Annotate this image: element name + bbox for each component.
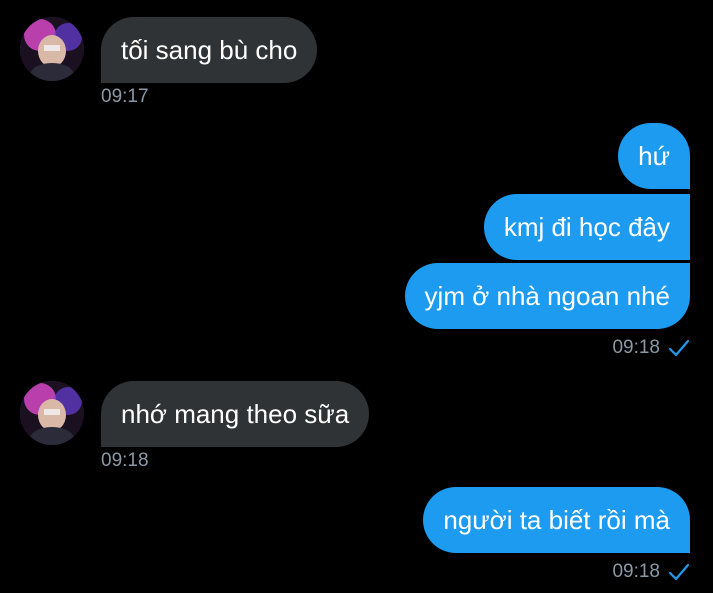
message-bubble-incoming[interactable]: nhớ mang theo sữa xyxy=(101,381,370,447)
message-text: yjm ở nhà ngoan nhé xyxy=(424,281,670,311)
timestamp-text: 09:18 xyxy=(612,561,660,582)
message-text: hứ xyxy=(638,141,670,171)
message-bubble-outgoing[interactable]: yjm ở nhà ngoan nhé xyxy=(404,263,690,329)
message-bubble-outgoing[interactable]: người ta biết rồi mà xyxy=(423,487,690,553)
message-timestamp: 09:18 xyxy=(612,337,690,359)
message-text: nhớ mang theo sữa xyxy=(121,399,350,429)
avatar-image xyxy=(20,17,84,81)
message-bubble-incoming[interactable]: tối sang bù cho xyxy=(101,17,318,83)
check-icon xyxy=(668,562,690,582)
check-icon xyxy=(668,338,690,358)
message-text: tối sang bù cho xyxy=(121,35,298,65)
avatar-image xyxy=(20,381,84,445)
message-timestamp: 09:18 xyxy=(101,450,149,472)
timestamp-text: 09:17 xyxy=(101,86,149,107)
message-timestamp: 09:18 xyxy=(612,561,690,583)
timestamp-text: 09:18 xyxy=(612,337,660,358)
contact-avatar[interactable] xyxy=(20,17,84,81)
message-text: người ta biết rồi mà xyxy=(443,505,670,535)
message-bubble-outgoing[interactable]: hứ xyxy=(618,123,690,189)
contact-avatar[interactable] xyxy=(20,381,84,445)
timestamp-text: 09:18 xyxy=(101,450,149,471)
message-text: kmj đi học đây xyxy=(503,212,670,242)
message-timestamp: 09:17 xyxy=(101,86,149,108)
message-bubble-outgoing[interactable]: kmj đi học đây xyxy=(483,194,690,260)
